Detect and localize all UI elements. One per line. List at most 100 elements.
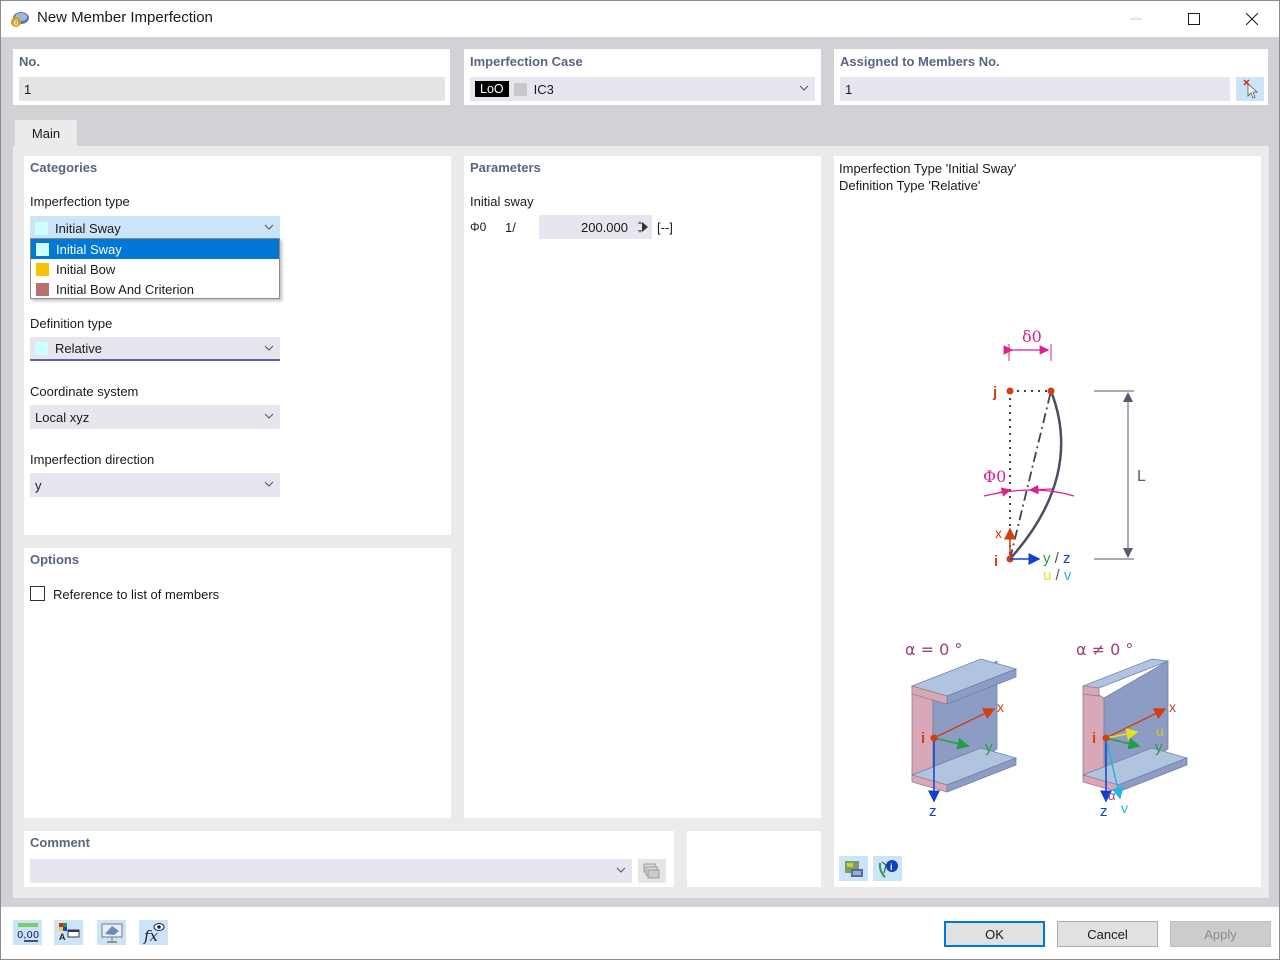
pick-cursor-icon xyxy=(1243,79,1259,99)
imperfection-type-dropdown-list: Initial Sway Initial Bow Initial Bow And… xyxy=(30,238,280,299)
delta-label: δ0 xyxy=(1022,327,1042,346)
alpha-nonzero-label: α ≠ 0 ° xyxy=(1076,640,1133,659)
node-j-displaced xyxy=(1047,387,1055,395)
i-label: i xyxy=(994,553,998,570)
coordinate-system-value: Local xyz xyxy=(35,409,90,425)
dropdown-option-initial-bow-and-criterion[interactable]: Initial Bow And Criterion xyxy=(31,279,279,299)
load-badge: LoO xyxy=(475,81,509,97)
bowed-member-curve xyxy=(1009,390,1063,560)
chevron-down-icon xyxy=(264,413,274,419)
no-label: No. xyxy=(19,54,40,69)
phi0-symbol: Φ0 xyxy=(470,220,487,234)
info-button[interactable]: i xyxy=(873,856,902,881)
comment-label: Comment xyxy=(30,835,90,850)
phi0-unit: [--] xyxy=(657,220,673,235)
imperfection-type-select[interactable]: Initial Sway xyxy=(30,216,280,240)
close-button[interactable] xyxy=(1229,1,1275,37)
comment-side-panel xyxy=(687,831,821,887)
formula-icon: fx xyxy=(143,922,164,944)
option-label: Initial Bow And Criterion xyxy=(56,281,195,297)
cancel-button[interactable]: Cancel xyxy=(1057,921,1158,947)
chevron-down-icon xyxy=(264,345,274,351)
imperfection-case-select[interactable]: LoO IC3 xyxy=(470,77,815,101)
no-field: 1 xyxy=(19,77,445,101)
alpha-zero-label: α = 0 ° xyxy=(905,640,962,659)
svg-text:i: i xyxy=(1092,730,1096,747)
expand-arrow-icon[interactable] xyxy=(641,221,649,233)
chevron-down-icon xyxy=(799,85,809,91)
comment-library-button[interactable] xyxy=(638,859,666,883)
imperfection-direction-select[interactable]: y xyxy=(30,473,280,497)
no-panel: No. 1 xyxy=(13,49,450,105)
definition-type-value: Relative xyxy=(55,340,102,356)
units-decimals-button[interactable]: 0,00 xyxy=(13,920,42,945)
initial-sway-label: Initial sway xyxy=(470,194,534,209)
reference-to-list-checkbox[interactable] xyxy=(30,586,45,601)
imperfection-case-label: Imperfection Case xyxy=(470,54,583,69)
formula-editor-button[interactable]: fx xyxy=(139,920,168,945)
svg-text:A: A xyxy=(59,932,66,942)
imperfection-case-panel: Imperfection Case LoO IC3 xyxy=(464,49,821,105)
categories-panel: Categories Imperfection type Initial Swa… xyxy=(24,156,451,535)
maximize-button[interactable] xyxy=(1171,1,1217,37)
assigned-members-input[interactable]: 1 xyxy=(840,77,1230,101)
option-label: Initial Sway xyxy=(56,241,122,257)
svg-text:6: 6 xyxy=(14,19,19,28)
coordinate-system-select[interactable]: Local xyz xyxy=(30,405,280,429)
svg-text:x: x xyxy=(997,699,1004,715)
color-text-icon: A xyxy=(58,922,79,942)
imperfection-type-value: Initial Sway xyxy=(55,220,121,236)
title-bar: 6 New Member Imperfection xyxy=(1,1,1279,37)
assigned-members-value: 1 xyxy=(845,81,853,97)
display-options-button[interactable] xyxy=(839,856,868,881)
phi0-input[interactable]: 200.000 xyxy=(539,215,652,239)
tab-main[interactable]: Main xyxy=(15,120,77,146)
ok-button[interactable]: OK xyxy=(944,921,1045,947)
phi0-value: 200.000 xyxy=(581,219,628,235)
j-label: j xyxy=(992,384,997,401)
apply-button[interactable]: Apply xyxy=(1170,921,1271,947)
imperfection-direction-label: Imperfection direction xyxy=(30,452,155,467)
length-dimension: L xyxy=(1094,390,1146,560)
phi-angle: Φ0 xyxy=(983,467,1075,497)
categories-title: Categories xyxy=(30,160,98,175)
definition-type-swatch xyxy=(35,341,48,355)
text-color-settings-button[interactable]: A xyxy=(54,920,83,945)
svg-text:z: z xyxy=(1100,803,1108,820)
svg-text:z: z xyxy=(929,803,937,820)
comment-input[interactable] xyxy=(30,859,632,883)
monitor-icon xyxy=(101,923,122,943)
pick-members-button[interactable] xyxy=(1236,77,1264,101)
yz-labels: y / z xyxy=(1043,550,1071,567)
option-swatch xyxy=(36,242,49,256)
no-value: 1 xyxy=(24,81,32,97)
svg-text:v: v xyxy=(1121,800,1128,816)
definition-type-label: Definition type xyxy=(30,316,113,331)
minimize-button[interactable] xyxy=(1113,1,1159,37)
node-j xyxy=(1006,387,1014,395)
chevron-down-icon xyxy=(264,481,274,487)
app-icon: 6 xyxy=(11,12,29,28)
option-label: Initial Bow xyxy=(56,261,116,277)
option-swatch xyxy=(36,262,49,276)
svg-text:y: y xyxy=(1155,739,1163,756)
imperfection-type-swatch xyxy=(35,221,48,235)
info-icon: i xyxy=(878,859,898,878)
display-view-button[interactable] xyxy=(97,920,126,945)
definition-type-select[interactable]: Relative xyxy=(30,337,280,361)
comment-panel: Comment xyxy=(24,831,674,887)
sway-diagram: δ0 j i Φ0 x y / z u / v L α = 0 ° x y z … xyxy=(905,327,1189,820)
imperfection-case-value: IC3 xyxy=(533,81,554,97)
footer: 0,00 A fx OK Cancel Apply xyxy=(1,907,1279,959)
reference-to-list-label: Reference to list of members xyxy=(53,587,220,602)
dialog-window: 6 New Member Imperfection No. 1 Imperfec… xyxy=(0,0,1280,960)
svg-text:u: u xyxy=(1156,723,1164,739)
chevron-down-icon xyxy=(264,224,274,230)
parameters-panel: Parameters Initial sway Φ0 1/ 200.000 [-… xyxy=(464,156,821,818)
case-color-swatch xyxy=(513,82,527,96)
coordinate-system-label: Coordinate system xyxy=(30,384,139,399)
assigned-members-label: Assigned to Members No. xyxy=(840,54,1000,69)
dropdown-option-initial-bow[interactable]: Initial Bow xyxy=(31,259,279,279)
section-alpha-zero: α = 0 ° x y z i xyxy=(905,640,1018,820)
dropdown-option-initial-sway[interactable]: Initial Sway xyxy=(31,239,279,259)
